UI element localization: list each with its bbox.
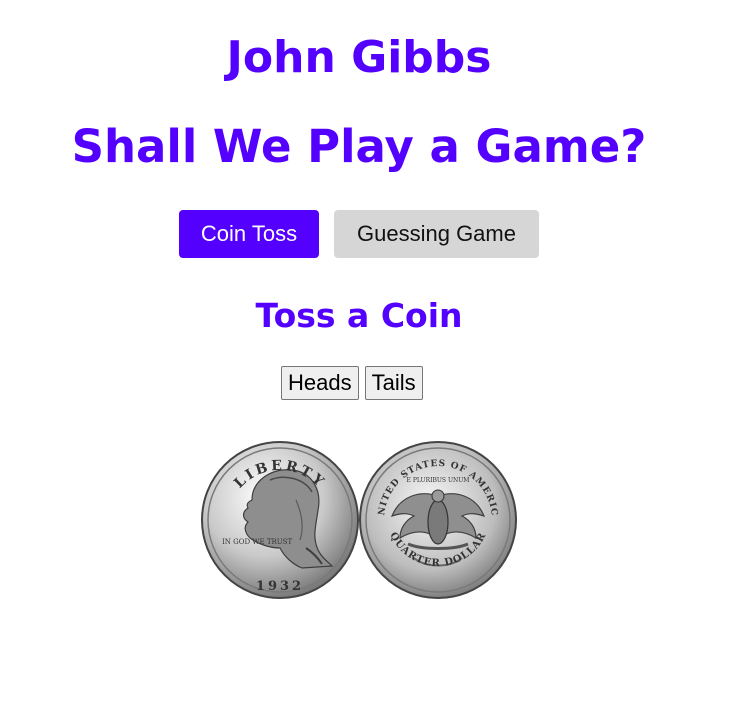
coin-back-motto: E PLURIBUS UNUM xyxy=(407,477,470,484)
coin-front-motto: IN GOD WE TRUST xyxy=(222,538,292,546)
coin-heads: LIBERTY IN GOD WE TRUST 1932 xyxy=(201,441,359,599)
heads-button[interactable]: Heads xyxy=(281,366,359,400)
page-subtitle: Shall We Play a Game? xyxy=(71,120,647,173)
tails-button[interactable]: Tails xyxy=(364,366,423,400)
game-nav: Coin Toss Guessing Game xyxy=(179,210,539,258)
coin-choice-group: Heads Tails xyxy=(281,366,423,400)
coin-toss-tab[interactable]: Coin Toss xyxy=(179,210,319,258)
section-title: Toss a Coin xyxy=(255,296,463,335)
coin-front-year: 1932 xyxy=(256,579,304,594)
page-title: John Gibbs xyxy=(226,32,492,83)
guessing-game-tab[interactable]: Guessing Game xyxy=(334,210,539,258)
coin-image: LIBERTY IN GOD WE TRUST 1932 UNITED STAT… xyxy=(200,440,517,599)
page: John Gibbs Shall We Play a Game? Coin To… xyxy=(0,0,754,714)
